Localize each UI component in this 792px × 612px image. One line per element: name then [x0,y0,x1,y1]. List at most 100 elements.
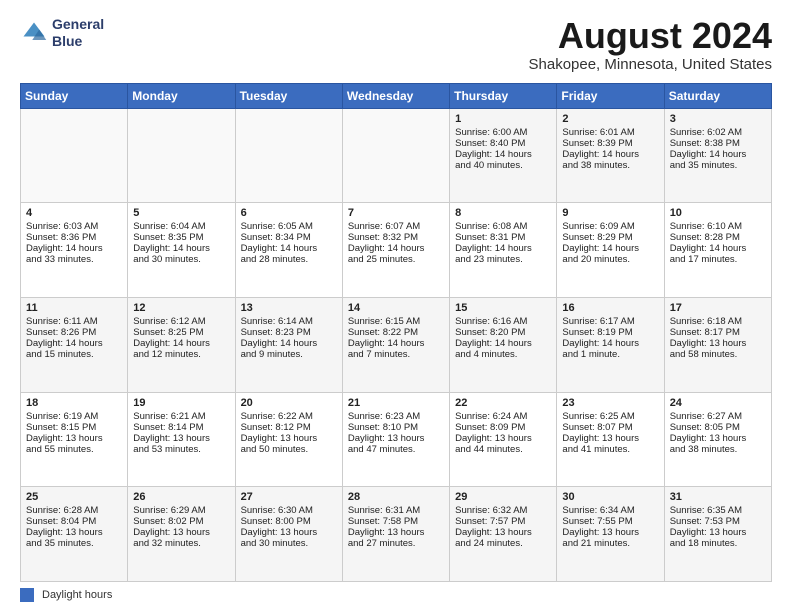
day-number: 16 [562,302,658,314]
day-info-line: Daylight: 13 hours [670,338,766,349]
day-info-line: Sunset: 8:09 PM [455,422,551,433]
day-info-line: Daylight: 14 hours [670,149,766,160]
day-info-line: Sunset: 8:19 PM [562,327,658,338]
day-info-line: Daylight: 14 hours [562,243,658,254]
day-info-line: Sunrise: 6:21 AM [133,411,229,422]
day-info-line: and 44 minutes. [455,444,551,455]
day-info-line: Sunrise: 6:16 AM [455,316,551,327]
day-info-line: Sunset: 8:39 PM [562,138,658,149]
day-info-line: Sunset: 7:53 PM [670,516,766,527]
day-number: 22 [455,397,551,409]
calendar-cell [235,108,342,203]
day-info-line: Sunrise: 6:34 AM [562,505,658,516]
day-number: 21 [348,397,444,409]
day-number: 23 [562,397,658,409]
day-info-line: Sunrise: 6:05 AM [241,221,337,232]
calendar-cell: 6Sunrise: 6:05 AMSunset: 8:34 PMDaylight… [235,203,342,298]
day-info-line: Sunset: 8:04 PM [26,516,122,527]
day-info-line: Daylight: 13 hours [26,527,122,538]
day-info-line: Sunrise: 6:14 AM [241,316,337,327]
day-info-line: and 1 minute. [562,349,658,360]
day-info-line: Sunset: 8:28 PM [670,232,766,243]
day-number: 8 [455,207,551,219]
calendar-cell: 21Sunrise: 6:23 AMSunset: 8:10 PMDayligh… [342,392,449,487]
day-number: 19 [133,397,229,409]
calendar-cell: 23 Sunrise: 6:25 AMSunset: 8:07 PMDayligh… [557,392,664,487]
day-info-line: Sunrise: 6:07 AM [348,221,444,232]
day-info-line: Sunset: 8:34 PM [241,232,337,243]
calendar-cell: 28Sunrise: 6:31 AMSunset: 7:58 PMDayligh… [342,487,449,582]
day-info-line: Sunrise: 6:23 AM [348,411,444,422]
calendar-cell: 25Sunrise: 6:28 AMSunset: 8:04 PMDayligh… [21,487,128,582]
day-info-line: Sunrise: 6:31 AM [348,505,444,516]
day-info-line: Sunset: 8:15 PM [26,422,122,433]
day-number: 27 [241,491,337,503]
day-info-line: and 20 minutes. [562,254,658,265]
day-info-line: Sunset: 8:07 PM [562,422,658,433]
day-info-line: Daylight: 14 hours [133,243,229,254]
day-info-line: Daylight: 13 hours [455,527,551,538]
day-info-line: Sunset: 8:17 PM [670,327,766,338]
day-info-line: Daylight: 13 hours [133,527,229,538]
day-number: 6 [241,207,337,219]
calendar-cell: 9Sunrise: 6:09 AMSunset: 8:29 PMDaylight… [557,203,664,298]
day-number: 5 [133,207,229,219]
calendar-cell [342,108,449,203]
day-info-line: and 35 minutes. [26,538,122,549]
calendar-cell: 30Sunrise: 6:34 AMSunset: 7:55 PMDayligh… [557,487,664,582]
location: Shakopee, Minnesota, United States [529,56,773,73]
calendar-cell: 15Sunrise: 6:16 AMSunset: 8:20 PMDayligh… [450,297,557,392]
day-number: 29 [455,491,551,503]
header-row: SundayMondayTuesdayWednesdayThursdayFrid… [21,83,772,108]
day-info-line: Daylight: 14 hours [26,243,122,254]
day-info-line: and 38 minutes. [670,444,766,455]
day-info-line: Sunrise: 6:10 AM [670,221,766,232]
col-header-monday: Monday [128,83,235,108]
day-number: 1 [455,113,551,125]
day-number: 14 [348,302,444,314]
day-info-line: Sunset: 8:29 PM [562,232,658,243]
day-info-line: and 32 minutes. [133,538,229,549]
day-info-line: Sunrise: 6:35 AM [670,505,766,516]
day-info-line: Sunrise: 6:25 AM [562,411,658,422]
day-info-line: Sunset: 8:23 PM [241,327,337,338]
calendar-cell: 26Sunrise: 6:29 AMSunset: 8:02 PMDayligh… [128,487,235,582]
day-number: 13 [241,302,337,314]
calendar-cell: 11Sunrise: 6:11 AMSunset: 8:26 PMDayligh… [21,297,128,392]
day-info-line: Daylight: 13 hours [455,433,551,444]
calendar-cell: 17Sunrise: 6:18 AMSunset: 8:17 PMDayligh… [664,297,771,392]
day-info-line: and 28 minutes. [241,254,337,265]
day-info-line: and 23 minutes. [455,254,551,265]
day-info-line: Sunrise: 6:27 AM [670,411,766,422]
day-info-line: Sunrise: 6:19 AM [26,411,122,422]
calendar-cell [128,108,235,203]
day-info-line: Sunset: 8:35 PM [133,232,229,243]
day-info-line: and 9 minutes. [241,349,337,360]
day-info-line: and 25 minutes. [348,254,444,265]
day-info-line: Daylight: 14 hours [455,338,551,349]
col-header-thursday: Thursday [450,83,557,108]
day-info-line: Daylight: 13 hours [26,433,122,444]
day-info-line: Sunset: 8:38 PM [670,138,766,149]
calendar-cell: 13Sunrise: 6:14 AMSunset: 8:23 PMDayligh… [235,297,342,392]
week-row-2: 11Sunrise: 6:11 AMSunset: 8:26 PMDayligh… [21,297,772,392]
day-info-line: Sunrise: 6:11 AM [26,316,122,327]
day-info-line: and 35 minutes. [670,160,766,171]
calendar-cell: 22Sunrise: 6:24 AMSunset: 8:09 PMDayligh… [450,392,557,487]
calendar-header: SundayMondayTuesdayWednesdayThursdayFrid… [21,83,772,108]
calendar-cell: 14Sunrise: 6:15 AMSunset: 8:22 PMDayligh… [342,297,449,392]
day-info-line: and 38 minutes. [562,160,658,171]
day-info-line: Sunset: 7:55 PM [562,516,658,527]
footer: Daylight hours [20,588,772,602]
calendar-cell: 10Sunrise: 6:10 AMSunset: 8:28 PMDayligh… [664,203,771,298]
day-info-line: and 58 minutes. [670,349,766,360]
calendar-cell [21,108,128,203]
day-info-line: and 30 minutes. [133,254,229,265]
day-info-line: Sunrise: 6:32 AM [455,505,551,516]
day-number: 30 [562,491,658,503]
day-info-line: Sunset: 8:14 PM [133,422,229,433]
day-info-line: Daylight: 13 hours [670,433,766,444]
day-number: 7 [348,207,444,219]
calendar-cell: 27Sunrise: 6:30 AMSunset: 8:00 PMDayligh… [235,487,342,582]
day-info-line: Daylight: 13 hours [562,433,658,444]
